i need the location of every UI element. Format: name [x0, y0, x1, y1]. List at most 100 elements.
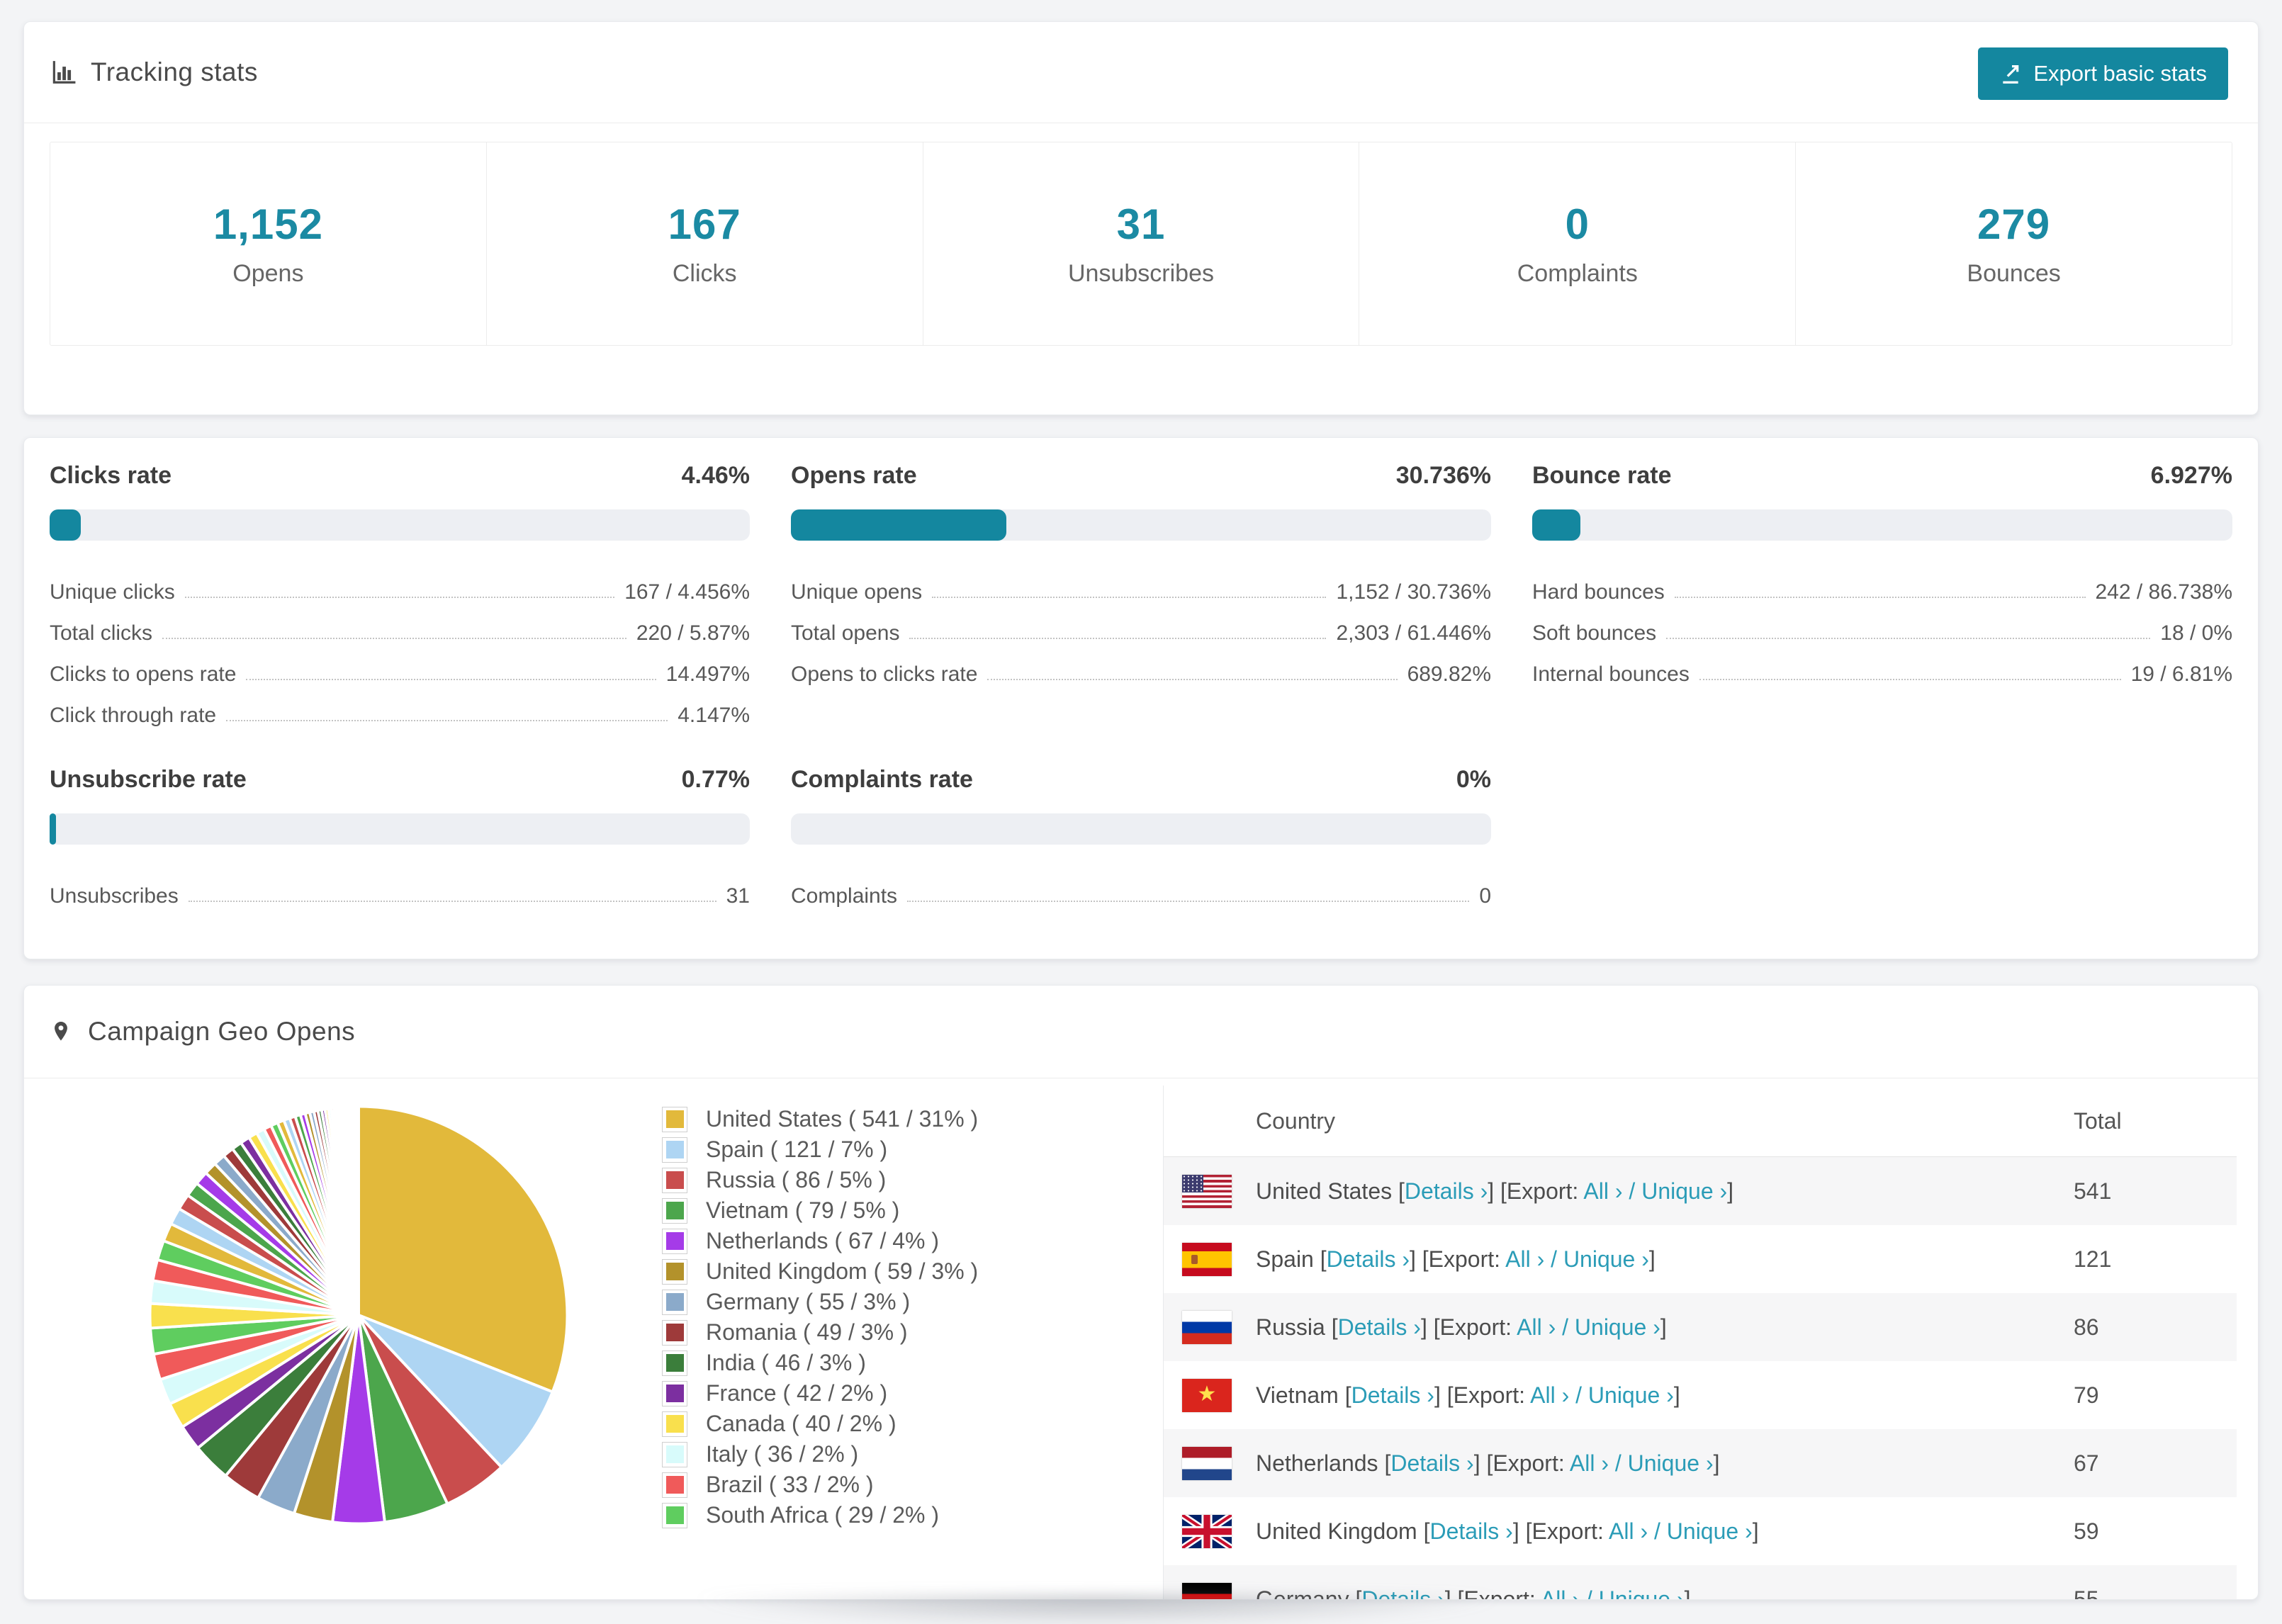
dotted-leader — [907, 901, 1470, 902]
legend-label: Spain ( 121 / 7% ) — [706, 1137, 888, 1162]
total-cell: 541 — [2074, 1178, 2112, 1204]
metric-value: 242 / 86.738% — [2095, 580, 2233, 604]
metric-label: Clicks to opens rate — [50, 662, 237, 686]
legend-item: Netherlands ( 67 / 4% ) — [662, 1226, 978, 1256]
metric-label: Hard bounces — [1532, 580, 1665, 604]
progress-bar — [50, 509, 750, 541]
rate-value: 6.927% — [2150, 462, 2232, 489]
geo-section-title: Campaign Geo Opens — [88, 1017, 356, 1046]
rate-value: 30.736% — [1395, 462, 1491, 489]
stats-summary-row: 1,152 Opens 167 Clicks 31 Unsubscribes 0… — [50, 142, 2232, 346]
legend-label: Netherlands ( 67 / 4% ) — [706, 1228, 940, 1253]
metric-row: Unique opens 1,152 / 30.736% — [791, 563, 1491, 604]
stat-label: Unsubscribes — [1068, 260, 1214, 287]
legend-item: Germany ( 55 / 3% ) — [662, 1287, 978, 1317]
legend-label: Germany ( 55 / 3% ) — [706, 1289, 911, 1314]
legend-swatch — [662, 1228, 687, 1254]
export-unique-link[interactable]: Unique › — [1667, 1518, 1753, 1544]
legend-label: India ( 46 / 3% ) — [706, 1350, 866, 1375]
export-unique-link[interactable]: Unique › — [1628, 1450, 1714, 1476]
flag-vn-icon — [1182, 1378, 1232, 1412]
flag-nl-icon — [1182, 1446, 1232, 1480]
export-unique-link[interactable]: Unique › — [1575, 1314, 1660, 1340]
table-header-row: Country Total — [1164, 1086, 2237, 1157]
total-cell: 79 — [2074, 1382, 2099, 1408]
details-link[interactable]: Details › — [1390, 1450, 1473, 1476]
column-header-total: Total — [2074, 1107, 2122, 1134]
export-unique-link[interactable]: Unique › — [1563, 1246, 1649, 1272]
legend-label: Italy ( 36 / 2% ) — [706, 1441, 859, 1467]
rate-title: Clicks rate — [50, 462, 172, 489]
stat-label: Clicks — [672, 260, 737, 287]
legend-item: United States ( 541 / 31% ) — [662, 1104, 978, 1134]
dotted-leader — [188, 901, 716, 902]
legend-label: Russia ( 86 / 5% ) — [706, 1167, 887, 1192]
legend-swatch — [662, 1106, 687, 1132]
export-all-link[interactable]: All › — [1609, 1518, 1648, 1544]
rate-block-clicks-rate: Clicks rate 4.46% Unique clicks 167 / 4.… — [50, 462, 750, 728]
dotted-leader — [162, 638, 626, 639]
metric-value: 1,152 / 30.736% — [1336, 580, 1491, 604]
details-link[interactable]: Details › — [1405, 1178, 1488, 1204]
legend-swatch — [662, 1197, 687, 1224]
legend-swatch — [662, 1289, 687, 1315]
progress-bar — [1532, 509, 2232, 541]
export-basic-stats-button[interactable]: Export basic stats — [1978, 47, 2228, 100]
details-link[interactable]: Details › — [1429, 1518, 1512, 1544]
metric-label: Opens to clicks rate — [791, 662, 978, 686]
details-link[interactable]: Details › — [1327, 1246, 1410, 1272]
details-link[interactable]: Details › — [1351, 1382, 1434, 1408]
metric-label: Unsubscribes — [50, 884, 179, 908]
stat-label: Bounces — [1967, 260, 2061, 287]
country-cell: Netherlands [Details ›] [Export: All › /… — [1256, 1450, 1720, 1476]
stat-clicks: 167 Clicks — [485, 142, 923, 345]
stat-bounces: 279 Bounces — [1795, 142, 2232, 345]
legend-item: South Africa ( 29 / 2% ) — [662, 1500, 978, 1530]
bottom-shadow — [698, 1596, 1499, 1624]
export-button-label: Export basic stats — [2033, 61, 2207, 86]
export-all-link[interactable]: All › — [1541, 1586, 1580, 1600]
dotted-leader — [909, 638, 1327, 639]
metric-row: Opens to clicks rate 689.82% — [791, 645, 1491, 687]
dotted-leader — [1699, 679, 2121, 680]
geo-opens-table: Country Total United States [Details ›] … — [1163, 1086, 2237, 1600]
table-row: Spain [Details ›] [Export: All › / Uniqu… — [1164, 1225, 2237, 1293]
page-title: Tracking stats — [91, 57, 258, 86]
export-unique-link[interactable]: Unique › — [1599, 1586, 1685, 1600]
progress-bar — [50, 813, 750, 845]
export-unique-link[interactable]: Unique › — [1588, 1382, 1674, 1408]
legend-label: Canada ( 40 / 2% ) — [706, 1411, 896, 1436]
stat-value: 0 — [1565, 201, 1590, 248]
legend-swatch — [662, 1137, 687, 1163]
campaign-geo-opens-header: Campaign Geo Opens — [24, 986, 2258, 1078]
export-unique-link[interactable]: Unique › — [1641, 1178, 1727, 1204]
country-cell: Vietnam [Details ›] [Export: All › / Uni… — [1256, 1382, 1680, 1408]
legend-label: South Africa ( 29 / 2% ) — [706, 1502, 940, 1528]
stat-value: 31 — [1116, 201, 1166, 248]
dotted-leader — [226, 720, 668, 721]
stat-value: 279 — [1977, 201, 2051, 248]
export-all-link[interactable]: All › — [1517, 1314, 1556, 1340]
details-link[interactable]: Details › — [1338, 1314, 1421, 1340]
stat-value: 1,152 — [213, 201, 323, 248]
metric-value: 689.82% — [1407, 662, 1491, 686]
legend-item: France ( 42 / 2% ) — [662, 1378, 978, 1409]
export-all-link[interactable]: All › — [1570, 1450, 1609, 1476]
total-cell: 55 — [2074, 1586, 2099, 1600]
metric-value: 4.147% — [678, 704, 750, 727]
export-all-link[interactable]: All › — [1505, 1246, 1544, 1272]
export-all-link[interactable]: All › — [1583, 1178, 1622, 1204]
legend-label: France ( 42 / 2% ) — [706, 1380, 888, 1406]
export-all-link[interactable]: All › — [1530, 1382, 1569, 1408]
pie-slice — [356, 1105, 360, 1316]
pie-legend: United States ( 541 / 31% ) Spain ( 121 … — [662, 1104, 978, 1530]
legend-label: Vietnam ( 79 / 5% ) — [706, 1197, 900, 1223]
metric-row: Internal bounces 19 / 6.81% — [1532, 645, 2232, 687]
total-cell: 86 — [2074, 1314, 2099, 1340]
metric-label: Total opens — [791, 621, 900, 645]
legend-swatch — [662, 1258, 687, 1285]
metric-label: Internal bounces — [1532, 662, 1690, 686]
metric-value: 220 / 5.87% — [636, 621, 750, 645]
country-cell: United Kingdom [Details ›] [Export: All … — [1256, 1518, 1759, 1544]
rates-panel: Clicks rate 4.46% Unique clicks 167 / 4.… — [23, 437, 2259, 959]
